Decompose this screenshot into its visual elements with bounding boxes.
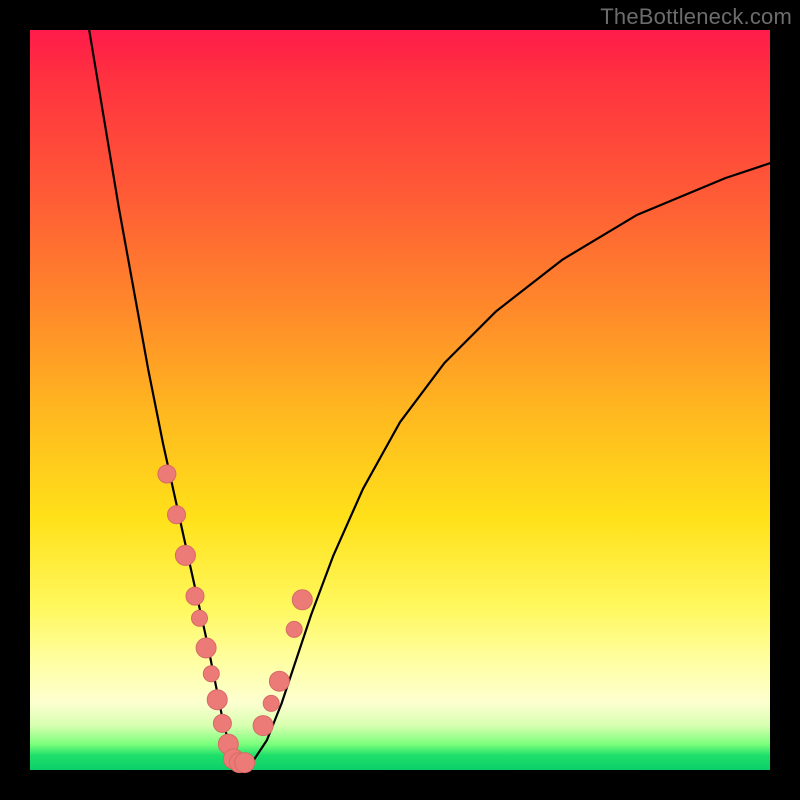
- data-marker: [269, 671, 289, 691]
- chart-svg: [30, 30, 770, 770]
- data-marker: [263, 695, 279, 711]
- data-marker: [207, 690, 227, 710]
- data-marker: [213, 714, 231, 732]
- plot-area: [30, 30, 770, 770]
- data-marker: [292, 590, 312, 610]
- watermark-text: TheBottleneck.com: [600, 4, 792, 30]
- data-marker: [186, 587, 204, 605]
- bottleneck-curve-path: [89, 30, 770, 766]
- data-marker: [253, 716, 273, 736]
- data-marker: [192, 610, 208, 626]
- data-marker: [235, 753, 255, 773]
- data-marker: [175, 545, 195, 565]
- data-marker: [196, 638, 216, 658]
- data-marker: [203, 666, 219, 682]
- data-marker: [168, 506, 186, 524]
- data-marker: [286, 621, 302, 637]
- outer-frame: TheBottleneck.com: [0, 0, 800, 800]
- marker-group: [158, 465, 312, 773]
- data-marker: [158, 465, 176, 483]
